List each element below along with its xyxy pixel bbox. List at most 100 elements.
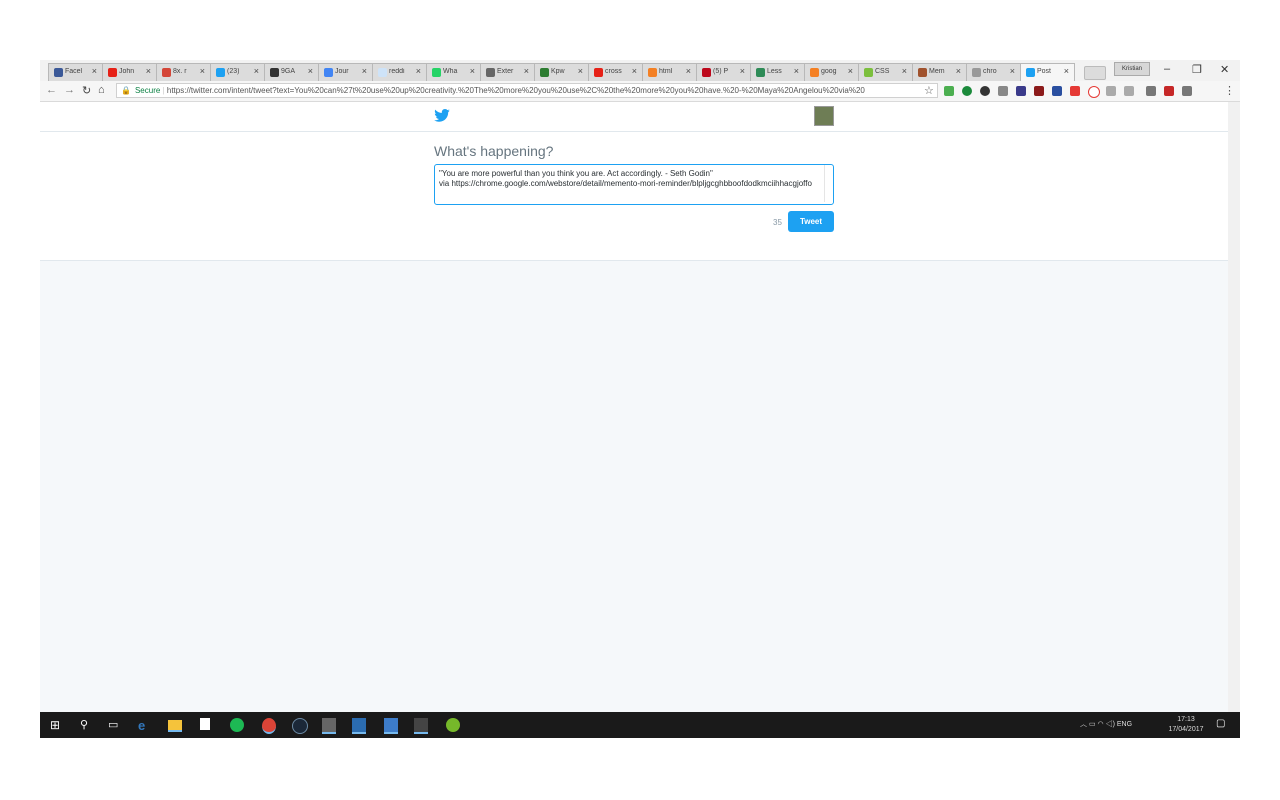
tab-close-icon[interactable]: × <box>848 66 853 76</box>
back-icon[interactable]: ← <box>46 84 57 96</box>
volume-icon[interactable]: ◁) <box>1106 721 1115 728</box>
extension-icon[interactable] <box>1182 86 1192 96</box>
search-icon[interactable]: ⚲ <box>80 718 94 732</box>
tab-close-icon[interactable]: × <box>578 66 583 76</box>
extension-icon[interactable] <box>1034 86 1044 96</box>
tab[interactable]: John × <box>102 63 157 81</box>
chrome-icon[interactable] <box>262 718 276 734</box>
tab[interactable]: Jour × <box>318 63 373 81</box>
tab-close-icon[interactable]: × <box>200 66 205 76</box>
tab[interactable]: reddi × <box>372 63 427 81</box>
edge-icon[interactable]: e <box>138 718 152 733</box>
tab[interactable]: 9GA × <box>264 63 319 81</box>
extension-icon[interactable] <box>962 86 972 96</box>
page-scrollbar[interactable] <box>1228 102 1240 712</box>
extension-icon[interactable] <box>1146 86 1156 96</box>
bb-icon <box>540 68 549 77</box>
windows-taskbar: ⊞ ⚲ ▭ e ︿ ▭ ◠ ◁) ENG 17:13 17/04/2017 ▢ <box>40 712 1240 738</box>
compose-panel: What's happening? "You are more powerful… <box>40 132 1228 261</box>
wifi-icon[interactable]: ◠ <box>1098 721 1104 728</box>
tab-close-icon[interactable]: × <box>686 66 691 76</box>
extension-icon[interactable] <box>1164 86 1174 96</box>
tab[interactable]: CSS × <box>858 63 913 81</box>
tab[interactable]: Mem × <box>912 63 967 81</box>
app-icon[interactable] <box>414 718 428 734</box>
reload-icon[interactable]: ↻ <box>82 84 91 97</box>
tweet-textarea[interactable]: "You are more powerful than you think yo… <box>434 164 834 205</box>
task-view-icon[interactable]: ▭ <box>108 718 122 732</box>
textarea-scrollbar[interactable] <box>824 165 833 202</box>
tab[interactable]: Facel × <box>48 63 103 81</box>
extension-icon[interactable] <box>1124 86 1134 96</box>
profile-button[interactable]: Kristian <box>1114 62 1150 76</box>
tab-label: Less <box>767 68 782 75</box>
app-icon[interactable] <box>384 718 398 734</box>
tab-close-icon[interactable]: × <box>416 66 421 76</box>
extension-icon[interactable] <box>1106 86 1116 96</box>
notifications-icon[interactable]: ▢ <box>1216 718 1230 732</box>
file-explorer-icon[interactable] <box>168 720 182 732</box>
extension-icon[interactable] <box>980 86 990 96</box>
bookmark-star-icon[interactable]: ☆ <box>924 84 934 97</box>
tab-close-icon[interactable]: × <box>1064 66 1069 76</box>
tab-close-icon[interactable]: × <box>956 66 961 76</box>
tab-close-icon[interactable]: × <box>254 66 259 76</box>
tab[interactable]: html × <box>642 63 697 81</box>
tab[interactable]: (23) × <box>210 63 265 81</box>
minimize-icon[interactable]: – <box>1164 63 1170 75</box>
tab-close-icon[interactable]: × <box>470 66 475 76</box>
tab-close-icon[interactable]: × <box>362 66 367 76</box>
language-indicator[interactable]: ENG <box>1117 721 1132 728</box>
extension-icon[interactable] <box>1070 86 1080 96</box>
vscode-icon[interactable] <box>352 718 366 734</box>
tray-chevron-icon[interactable]: ︿ <box>1080 721 1087 728</box>
tab[interactable]: Exter × <box>480 63 535 81</box>
sublime-icon[interactable] <box>322 718 336 734</box>
spotify-icon[interactable] <box>230 718 244 732</box>
tab[interactable]: goog × <box>804 63 859 81</box>
tab-close-icon[interactable]: × <box>794 66 799 76</box>
tab[interactable]: Post × <box>1020 63 1075 81</box>
tab[interactable]: Less × <box>750 63 805 81</box>
tab-close-icon[interactable]: × <box>92 66 97 76</box>
address-bar[interactable]: 🔒 Secure | https://twitter.com/intent/twe… <box>116 83 938 98</box>
tab-close-icon[interactable]: × <box>146 66 151 76</box>
tab-close-icon[interactable]: × <box>524 66 529 76</box>
steam-icon[interactable] <box>292 718 308 734</box>
avatar[interactable] <box>814 106 834 126</box>
close-window-icon[interactable]: ✕ <box>1220 63 1229 76</box>
store-icon[interactable] <box>200 718 210 730</box>
forward-icon[interactable]: → <box>64 84 75 96</box>
restore-icon[interactable]: ❐ <box>1192 63 1202 76</box>
twitter-bird-icon[interactable] <box>434 109 450 122</box>
extension-icon[interactable] <box>1052 86 1062 96</box>
tab-label: goog <box>821 68 837 75</box>
tab[interactable]: Kpw × <box>534 63 589 81</box>
desktop-screen: Facel × John × 8x. r × (23) × 9GA × Jour × reddi × Wha… <box>40 60 1240 738</box>
clock[interactable]: 17:13 17/04/2017 <box>1166 715 1206 735</box>
lock-icon: 🔒 <box>121 86 131 95</box>
tab-close-icon[interactable]: × <box>740 66 745 76</box>
new-tab-button[interactable] <box>1084 66 1106 80</box>
windows-start-icon[interactable]: ⊞ <box>50 718 64 732</box>
tab[interactable]: chro × <box>966 63 1021 81</box>
tab-close-icon[interactable]: × <box>1010 66 1015 76</box>
compose-heading: What's happening? <box>434 143 554 159</box>
tab[interactable]: 8x. r × <box>156 63 211 81</box>
extension-icon[interactable] <box>1016 86 1026 96</box>
extension-icon[interactable] <box>1088 86 1100 98</box>
menu-icon[interactable]: ⋮ <box>1224 84 1235 97</box>
tab[interactable]: Wha × <box>426 63 481 81</box>
tab-close-icon[interactable]: × <box>902 66 907 76</box>
tweet-button[interactable]: Tweet <box>788 211 834 232</box>
utorrent-icon[interactable] <box>446 718 460 732</box>
battery-icon[interactable]: ▭ <box>1089 721 1096 728</box>
extension-icon[interactable] <box>998 86 1008 96</box>
tab-close-icon[interactable]: × <box>632 66 637 76</box>
home-icon[interactable]: ⌂ <box>98 84 105 96</box>
tab[interactable]: cross × <box>588 63 643 81</box>
extension-icon[interactable] <box>944 86 954 96</box>
tab[interactable]: (5) P × <box>696 63 751 81</box>
whatsapp-icon <box>432 68 441 77</box>
tab-close-icon[interactable]: × <box>308 66 313 76</box>
